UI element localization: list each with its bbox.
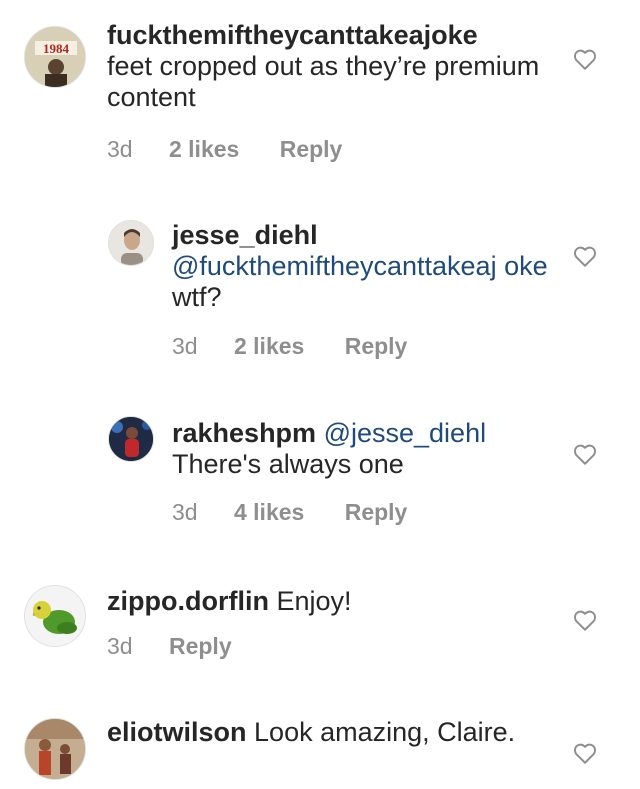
comment-body: feet cropped out as they’re premium cont… xyxy=(107,51,540,112)
heart-icon[interactable] xyxy=(572,607,598,633)
comment-body: wtf? xyxy=(172,282,222,312)
heart-icon[interactable] xyxy=(572,740,598,766)
comment-body: There's always one xyxy=(172,449,404,479)
comment-time: 3d xyxy=(107,136,133,162)
reply-button[interactable]: Reply xyxy=(169,633,232,660)
comment-meta: 3d Reply xyxy=(107,633,232,660)
comment-time: 3d xyxy=(172,333,198,359)
stage-performer-avatar-image xyxy=(109,417,153,461)
parrot-avatar-image xyxy=(25,586,85,646)
comment-text: eliotwilson Look amazing, Claire. xyxy=(107,717,547,748)
reply-button[interactable]: Reply xyxy=(345,499,408,526)
mention-link[interactable]: @jesse_diehl xyxy=(324,418,487,448)
avatar[interactable] xyxy=(108,220,154,266)
comment-likes[interactable]: 4 likes xyxy=(234,499,304,526)
reply-button[interactable]: Reply xyxy=(280,136,343,163)
comment-time: 3d xyxy=(107,633,133,659)
comment-username[interactable]: eliotwilson xyxy=(107,717,247,747)
comment-meta: 3d 2 likes Reply xyxy=(107,136,342,163)
comment-meta: 3d 4 likes Reply xyxy=(172,499,407,526)
avatar[interactable] xyxy=(108,416,154,462)
heart-icon[interactable] xyxy=(572,46,598,72)
comment-likes[interactable]: 2 likes xyxy=(169,136,239,163)
avatar[interactable] xyxy=(24,585,86,647)
people-avatar-image xyxy=(25,719,85,779)
comment-text: rakheshpm @jesse_diehl There's always on… xyxy=(172,418,552,480)
heart-icon[interactable] xyxy=(572,243,598,269)
book-cover-avatar-image: 1984 xyxy=(25,27,85,87)
comment-text: fuckthemiftheycanttakeajoke feet cropped… xyxy=(107,20,547,113)
comment-username[interactable]: jesse_diehl xyxy=(172,220,318,250)
reply-button[interactable]: Reply xyxy=(345,333,408,360)
comment-username[interactable]: fuckthemiftheycanttakeajoke xyxy=(107,20,478,50)
comment-body: Look amazing, Claire. xyxy=(254,717,516,747)
person-avatar-image xyxy=(109,221,153,265)
avatar[interactable] xyxy=(24,718,86,780)
mention-link[interactable]: @fuckthemiftheycanttakeaj oke xyxy=(172,251,548,281)
comment-username[interactable]: zippo.dorflin xyxy=(107,586,269,616)
avatar[interactable]: 1984 xyxy=(24,26,86,88)
comment-username[interactable]: rakheshpm xyxy=(172,418,316,448)
heart-icon[interactable] xyxy=(572,441,598,467)
comment-time: 3d xyxy=(172,499,198,525)
comment-likes[interactable]: 2 likes xyxy=(234,333,304,360)
comment-meta: 3d 2 likes Reply xyxy=(172,333,407,360)
comment-body: Enjoy! xyxy=(276,586,352,616)
comment-text: jesse_diehl @fuckthemiftheycanttakeaj ok… xyxy=(172,220,552,313)
avatar-cover-text: 1984 xyxy=(43,41,70,56)
comment-text: zippo.dorflin Enjoy! xyxy=(107,586,547,617)
